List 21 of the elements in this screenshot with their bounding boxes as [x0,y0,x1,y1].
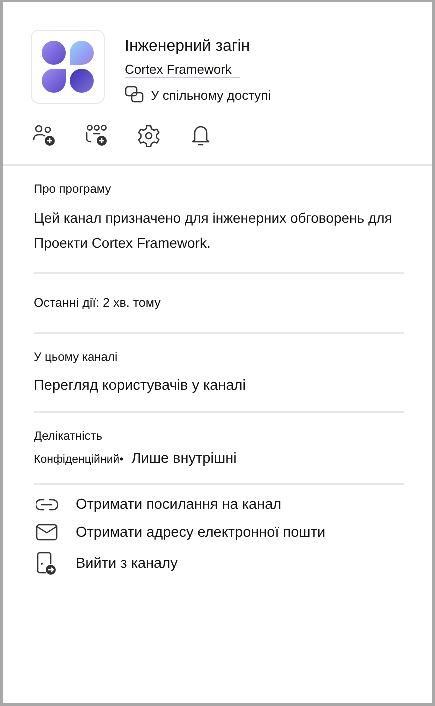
menu-action[interactable]: Отримати посилання на канал [76,497,282,513]
mail-icon [36,524,58,541]
link-icon [36,499,58,511]
menu-action[interactable]: Отримати адресу електронної пошти [76,524,326,540]
view-members-link[interactable]: Перегляд користувачів у каналі [34,378,246,394]
last-activity: Останні дії: 2 хв. тому [34,295,162,312]
team-name: Cortex Framework [125,62,240,78]
settings-icon [137,124,161,148]
add-team-icon [85,124,109,148]
sensitivity-label: Конфіденційний• [34,454,124,466]
sharing-status: У спільному доступі [151,88,272,102]
section-heading: У цьому каналі [34,350,119,364]
channel-description: Цей канал призначено для інженерних обговорень для Проекти Cortex Framework. [34,209,394,253]
shared-icon [125,86,145,104]
section-heading: Делікатність [34,429,104,443]
sensitivity-value: Лише внутрішні [132,451,237,467]
section-heading: Про програму [34,182,112,196]
channel-title: Інженерний загін [125,38,252,56]
leave-channel-icon [37,552,57,576]
menu-action[interactable]: Вийти з каналу [76,556,178,572]
add-person-icon [33,124,57,148]
